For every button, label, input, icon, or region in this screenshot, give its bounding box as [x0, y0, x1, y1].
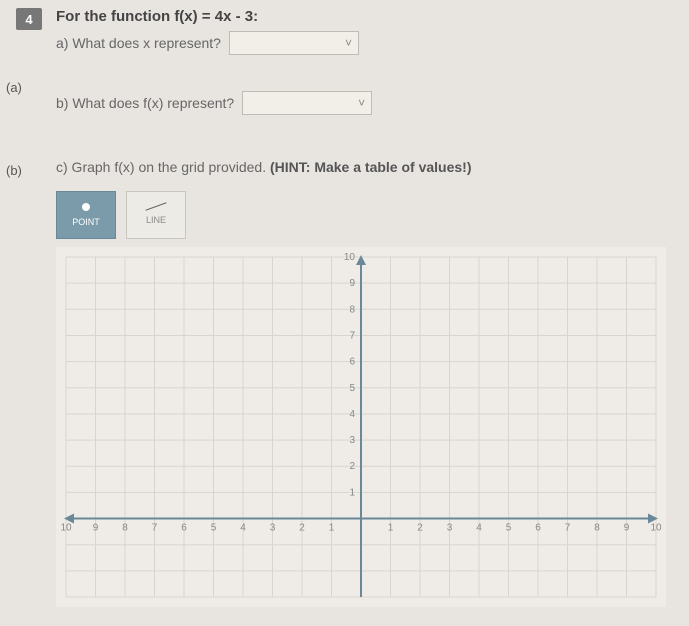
- svg-text:4: 4: [240, 523, 246, 534]
- side-label-b: (b): [6, 163, 22, 178]
- svg-text:10: 10: [650, 523, 662, 534]
- svg-text:4: 4: [349, 409, 355, 420]
- svg-text:4: 4: [476, 523, 482, 534]
- svg-text:7: 7: [152, 523, 158, 534]
- svg-text:6: 6: [181, 523, 187, 534]
- chevron-down-icon: ˅: [358, 96, 365, 110]
- point-tool-button[interactable]: POINT: [56, 191, 116, 239]
- svg-text:6: 6: [349, 357, 355, 368]
- graph-tool-palette: POINT LINE: [56, 191, 673, 239]
- side-label-a: (a): [6, 80, 22, 95]
- chevron-down-icon: ˅: [345, 36, 352, 50]
- svg-text:2: 2: [299, 523, 305, 534]
- svg-text:6: 6: [535, 523, 541, 534]
- svg-text:5: 5: [349, 383, 355, 394]
- point-tool-label: POINT: [72, 217, 100, 227]
- svg-text:5: 5: [211, 523, 217, 534]
- svg-text:8: 8: [349, 304, 355, 315]
- part-c-hint: (HINT: Make a table of values!): [270, 159, 472, 175]
- line-tool-label: LINE: [146, 215, 166, 225]
- svg-text:10: 10: [344, 252, 356, 263]
- svg-text:9: 9: [624, 523, 630, 534]
- svg-text:3: 3: [270, 523, 276, 534]
- svg-text:5: 5: [506, 523, 512, 534]
- part-b-dropdown[interactable]: ˅: [242, 91, 372, 115]
- question-title: For the function f(x) = 4x - 3:: [56, 8, 359, 25]
- part-a-prompt: a) What does x represent?: [56, 35, 221, 51]
- svg-text:3: 3: [349, 435, 355, 446]
- svg-text:1: 1: [388, 523, 394, 534]
- line-tool-button[interactable]: LINE: [126, 191, 186, 239]
- svg-text:3: 3: [447, 523, 453, 534]
- graph-canvas[interactable]: 10 9 8 7 6 5 4 3 2 1 10 9 8 7 6 5 4 3 2 1 1 2 3 4 5 6 7 8 9 10: [56, 247, 666, 607]
- svg-text:8: 8: [122, 523, 128, 534]
- part-b-prompt: b) What does f(x) represent?: [56, 95, 234, 111]
- dot-icon: [82, 203, 90, 211]
- svg-text:7: 7: [349, 330, 355, 341]
- svg-text:10: 10: [60, 523, 72, 534]
- svg-text:9: 9: [93, 523, 99, 534]
- svg-text:1: 1: [329, 523, 335, 534]
- svg-text:7: 7: [565, 523, 571, 534]
- svg-text:2: 2: [417, 523, 423, 534]
- question-number-badge: 4: [16, 8, 42, 30]
- svg-text:2: 2: [349, 461, 355, 472]
- coordinate-grid: 10 9 8 7 6 5 4 3 2 1 10 9 8 7 6 5 4 3 2 1 1 2 3 4 5 6 7 8 9 10: [56, 247, 666, 607]
- part-c-prompt: c) Graph f(x) on the grid provided.: [56, 159, 270, 175]
- svg-text:1: 1: [349, 487, 355, 498]
- svg-text:9: 9: [349, 278, 355, 289]
- part-a-dropdown[interactable]: ˅: [229, 31, 359, 55]
- line-icon: [145, 202, 166, 210]
- svg-text:8: 8: [594, 523, 600, 534]
